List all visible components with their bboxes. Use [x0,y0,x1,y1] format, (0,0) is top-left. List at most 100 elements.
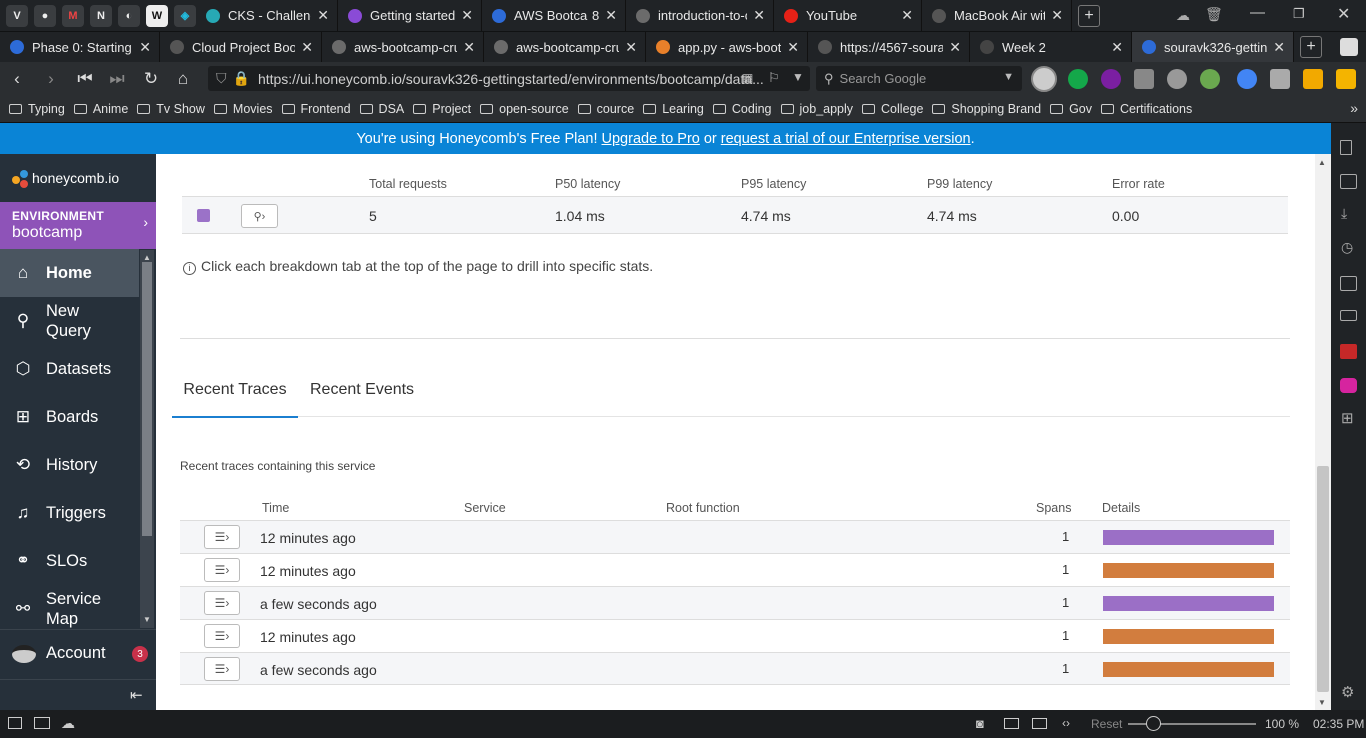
gmail-icon[interactable]: M [62,4,84,27]
open-trace-button[interactable]: ☰› [204,558,240,582]
zoom-slider-handle[interactable] [1146,716,1161,731]
bookmark-folder[interactable]: cource [577,102,634,116]
bookmark-folder[interactable]: Movies [213,102,273,116]
back-icon[interactable]: ‹ [4,66,30,92]
webflow-icon[interactable]: W [146,4,168,27]
rewind-icon[interactable]: ⏮ [72,66,98,92]
nav-item-new-query[interactable]: ⚲ New Query [0,297,139,345]
bookmark-folder[interactable]: Coding [712,102,772,116]
account-nav-item[interactable]: Account 3 [0,629,156,677]
zoom-reset-button[interactable]: Reset [1091,717,1122,731]
honeycomb-logo[interactable]: honeycomb.io [0,154,156,202]
trace-duration-bar[interactable] [1103,629,1274,644]
bookmark-folder[interactable]: Shopping Brand [932,102,1041,116]
open-trace-button[interactable]: ☰› [204,657,240,681]
browser-tab[interactable]: AWS Bootca 8 ✕ [482,0,626,31]
query-drilldown-button[interactable]: ⚲› [241,204,278,228]
cloud-icon[interactable]: ☁ [1176,7,1190,24]
environment-selector[interactable]: ENVIRONMENT bootcamp › [0,202,156,249]
extension-w-icon[interactable] [1101,69,1121,89]
collapse-sidebar-button[interactable]: ⇤ [0,679,156,710]
tab-close-icon[interactable]: ✕ [605,7,617,24]
extension-r-icon[interactable] [1270,69,1290,89]
home-browser-icon[interactable]: ⌂ [170,66,196,92]
minimize-icon[interactable]: — [1250,4,1265,21]
trace-row[interactable]: ☰› 12 minutes ago 1 [180,553,1290,586]
nav-item-boards[interactable]: ⊞ Boards [0,393,139,441]
url-dropdown-icon[interactable]: ▼ [792,70,804,84]
tab-recent-events[interactable]: Recent Events [310,381,414,399]
bookmark-folder[interactable]: Typing [9,102,65,116]
browser-tab[interactable]: souravk326-getting ✕ [1132,31,1294,63]
extension-color-icon[interactable] [1237,69,1257,89]
extension-leaf-icon[interactable] [1200,69,1220,89]
window-panel-icon-2[interactable] [1340,310,1357,321]
downloads-icon[interactable]: ⤓ [1341,205,1347,222]
extension-cookie-icon[interactable] [1167,69,1187,89]
search-field[interactable]: ⚲ Search Google ▼ [816,66,1022,91]
trace-row[interactable]: ☰› a few seconds ago 1 [180,652,1290,685]
tab-close-icon[interactable]: ✕ [463,39,475,56]
extension-pen-icon[interactable] [1134,69,1154,89]
search-engine-dropdown-icon[interactable]: ▼ [1003,71,1014,83]
notes-icon[interactable] [1340,276,1357,291]
browser-tab[interactable]: Getting started w ✕ [338,0,482,31]
col-root-function[interactable]: Root function [666,501,740,515]
tab-close-icon[interactable]: ✕ [461,7,473,24]
trace-duration-bar[interactable] [1103,596,1274,611]
bookmark-folder[interactable]: Certifications [1101,102,1192,116]
col-service[interactable]: Service [464,501,506,515]
reading-list-icon[interactable] [1340,174,1357,189]
nav-item-triggers[interactable]: ♫ Triggers [0,489,139,537]
trace-row[interactable]: ☰› a few seconds ago 1 [180,586,1290,619]
open-trace-button[interactable]: ☰› [204,525,240,549]
trial-link[interactable]: request a trial of our Enterprise versio… [721,131,971,147]
bookmark-folder[interactable]: Gov [1050,102,1092,116]
main-scroll-up-icon[interactable]: ▲ [1318,158,1326,167]
browser-tab[interactable]: Phase 0: Starting fro ✕ [0,31,160,63]
bookmark-folder[interactable]: College [862,102,923,116]
close-window-icon[interactable]: ✕ [1337,4,1350,24]
nav-item-history[interactable]: ⟲ History [0,441,139,489]
profile-avatar[interactable] [1031,66,1057,92]
trace-duration-bar[interactable] [1103,563,1274,578]
sync-cloud-icon[interactable]: ☁ [61,715,75,732]
gmail-panel-icon[interactable] [1340,344,1357,359]
bookmark-folder[interactable]: Tv Show [137,102,205,116]
history-panel-icon[interactable]: ◷ [1341,239,1353,256]
bookmark-folder[interactable]: Frontend [281,102,351,116]
bookmark-icon[interactable]: ⚐ [768,70,780,86]
bookmarks-panel-icon[interactable] [1340,140,1352,155]
github-icon[interactable]: ● [34,4,56,27]
trash-icon[interactable]: 🗑 [1205,6,1223,23]
tab-close-icon[interactable]: ✕ [301,39,313,56]
scroll-down-icon[interactable]: ▼ [143,615,151,624]
tab-close-icon[interactable]: ✕ [625,39,637,56]
browser-tab[interactable]: MacBook Air with ✕ [922,0,1072,31]
qr-icon[interactable]: ▦ [742,71,753,85]
grammarly-icon[interactable] [1068,69,1088,89]
tile-icon[interactable] [34,717,50,729]
open-trace-button[interactable]: ☰› [204,624,240,648]
vivaldi-icon[interactable]: V [6,4,28,27]
trace-row[interactable]: ☰› 12 minutes ago 1 [180,520,1290,553]
fast-forward-icon[interactable]: ⏭ [104,66,130,92]
extension-a-icon[interactable] [1336,69,1356,89]
camera-icon[interactable]: ◙ [976,716,984,731]
window-panel-icon[interactable] [1340,38,1358,56]
bookmark-folder[interactable]: Learing [643,102,704,116]
trace-row[interactable]: ☰› 12 minutes ago 1 [180,619,1290,652]
scroll-up-icon[interactable]: ▲ [143,253,151,262]
col-details[interactable]: Details [1102,501,1140,515]
nav-item-slos[interactable]: ⚭ SLOs [0,537,139,585]
main-scroll-down-icon[interactable]: ▼ [1318,698,1326,707]
nav-item-datasets[interactable]: ⬡ Datasets [0,345,139,393]
main-scrollbar-thumb[interactable] [1317,466,1329,692]
col-spans[interactable]: Spans [1036,501,1071,515]
url-bar[interactable]: ⛉ 🔒 https://ui.honeycomb.io/souravk326-g… [208,66,810,91]
code-icon[interactable]: ‹› [1062,716,1070,730]
nav-item-service-map[interactable]: ⚯ Service Map [0,585,139,633]
tab-close-icon[interactable]: ✕ [317,7,329,24]
tab-close-icon[interactable]: ✕ [949,39,961,56]
restore-icon[interactable]: ❐ [1293,6,1305,22]
